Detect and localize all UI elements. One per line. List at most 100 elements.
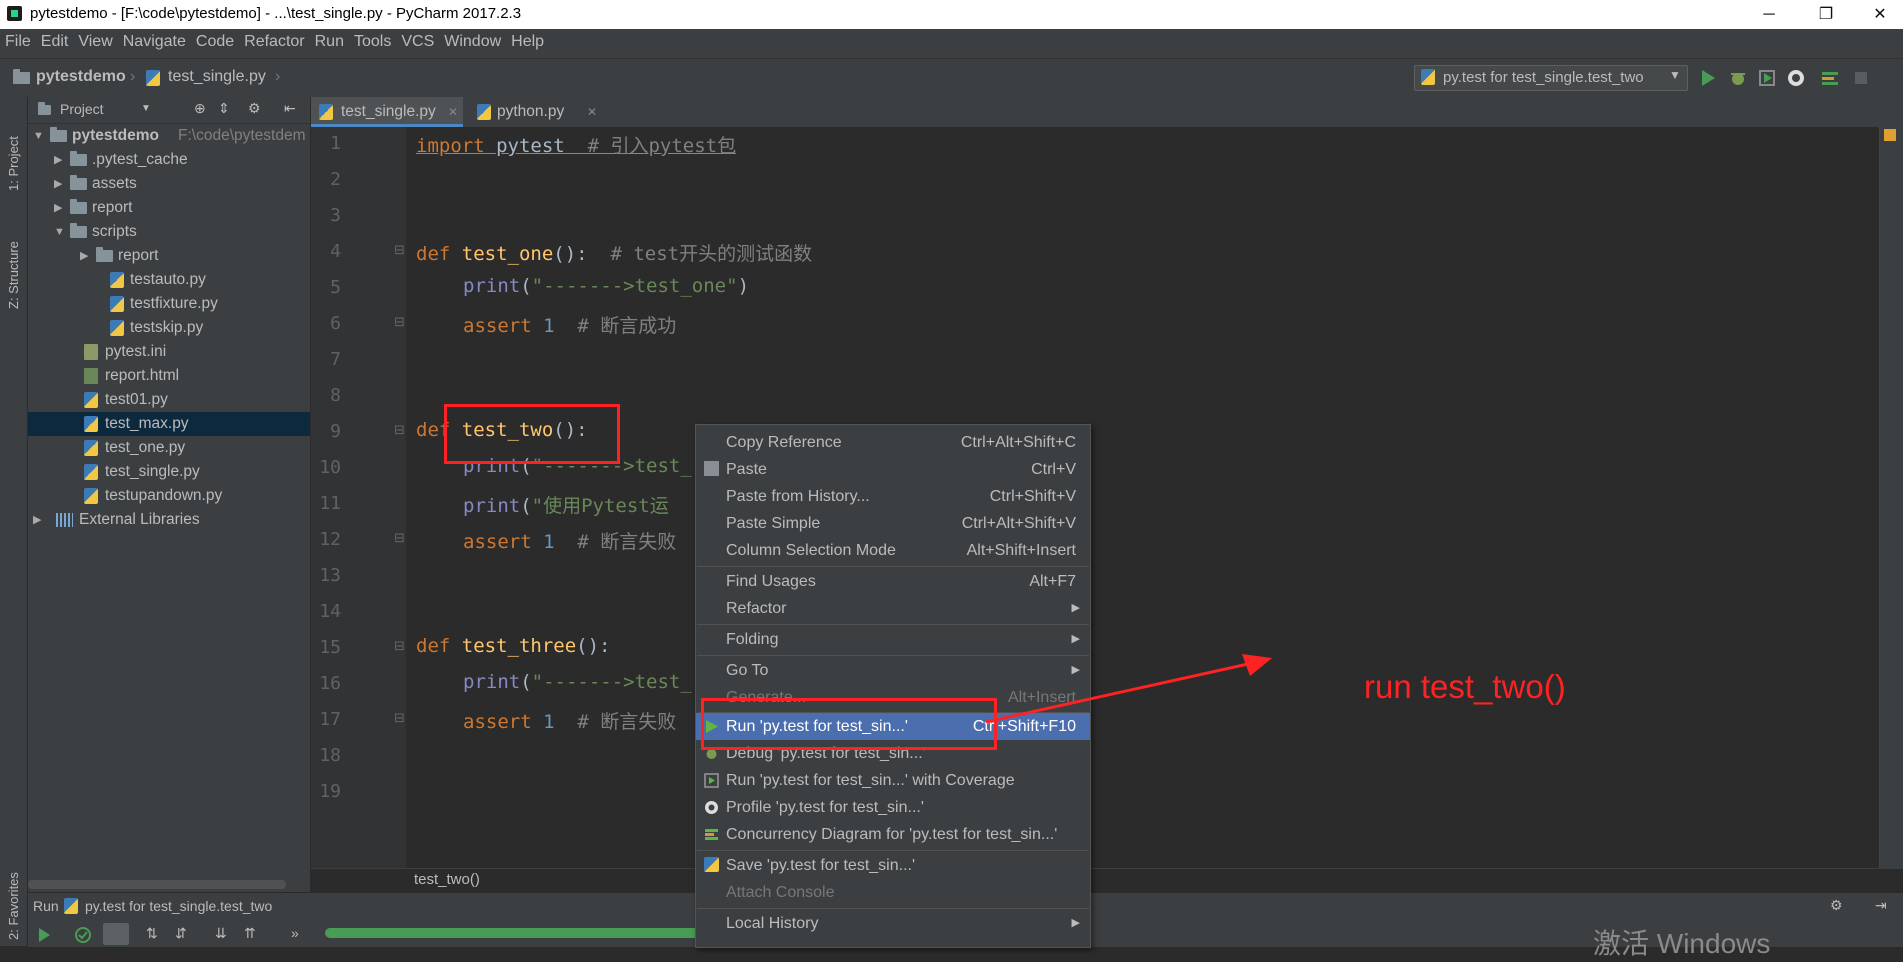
run-panel-config[interactable]: py.test for test_single.test_two (85, 898, 272, 914)
menu-separator (697, 566, 1089, 567)
menu-item-folding[interactable]: Folding ▶ (696, 626, 1090, 653)
tree-item-testauto[interactable]: testauto.py (28, 268, 310, 292)
rerun-icon[interactable] (36, 927, 52, 943)
ignored-filter-button[interactable] (103, 923, 129, 945)
menu-item-refactor[interactable]: Refactor ▶ (696, 595, 1090, 622)
tree-root-pytestdemo[interactable]: ▼ pytestdemo F:\code\pytestdem (28, 124, 310, 148)
tree-item-assets[interactable]: ▶ assets (28, 172, 310, 196)
menu-item-column-selection-mode[interactable]: Column Selection Mode Alt+Shift+Insert (696, 537, 1090, 564)
minimize-button[interactable]: ─ (1746, 0, 1792, 29)
tab-test-single[interactable]: test_single.py ✕ (311, 97, 463, 127)
menu-window[interactable]: Window (439, 29, 506, 58)
tab-python[interactable]: python.py ✕ (469, 97, 604, 127)
tree-item-pytest-cache[interactable]: ▶ .pytest_cache (28, 148, 310, 172)
editor-gutter: 1 2 3 4 5 6 7 8 9 10 11 12 13 14 15 16 1… (311, 127, 406, 868)
menu-refactor[interactable]: Refactor (239, 29, 309, 58)
close-icon[interactable]: ✕ (587, 97, 597, 127)
maximize-button[interactable]: ❐ (1803, 0, 1849, 29)
menu-vcs[interactable]: VCS (396, 29, 439, 58)
concurrency-icon[interactable] (1820, 68, 1840, 88)
menu-file[interactable]: File (0, 29, 36, 58)
menu-run[interactable]: Run (310, 29, 349, 58)
run-config-dropdown[interactable]: py.test for test_single.test_two ▼ (1414, 65, 1688, 91)
python-file-icon (110, 296, 124, 312)
fold-icon[interactable]: ⊟ (394, 423, 405, 438)
tree-item-test-single[interactable]: test_single.py (28, 460, 310, 484)
run-icon[interactable] (1698, 68, 1718, 88)
tree-item-test-max[interactable]: test_max.py (28, 412, 310, 436)
expand-all-icon[interactable]: ⇊ (215, 925, 227, 942)
menu-navigate[interactable]: Navigate (118, 29, 191, 58)
chevron-right-icon[interactable]: ▶ (54, 148, 62, 172)
menu-item-local-history[interactable]: Local History ▶ (696, 910, 1090, 937)
hide-icon[interactable]: ⇤ (284, 100, 296, 117)
debug-icon[interactable] (1728, 68, 1748, 88)
chevron-down-icon[interactable]: ▼ (54, 220, 65, 244)
chevron-right-icon[interactable]: ▶ (54, 172, 62, 196)
sort-duration-icon[interactable]: ⇵ (175, 925, 187, 942)
tree-item-report[interactable]: ▶ report (28, 196, 310, 220)
menu-item-find-usages[interactable]: Find Usages Alt+F7 (696, 568, 1090, 595)
stop-icon[interactable] (1851, 68, 1871, 88)
tree-item-scripts[interactable]: ▼ scripts (28, 220, 310, 244)
chevron-down-icon[interactable]: ▼ (33, 124, 44, 148)
sort-alpha-icon[interactable]: ⇅ (146, 925, 158, 942)
chevron-right-icon[interactable]: ▶ (80, 244, 88, 268)
folder-icon (50, 127, 67, 142)
collapse-icon[interactable]: ⇕ (218, 100, 230, 117)
menu-edit[interactable]: Edit (36, 29, 74, 58)
code-token: 1 (531, 531, 555, 553)
menu-item-paste-simple[interactable]: Paste Simple Ctrl+Alt+Shift+V (696, 510, 1090, 537)
tree-item-test-one[interactable]: test_one.py (28, 436, 310, 460)
menu-tools[interactable]: Tools (349, 29, 396, 58)
tree-item-external-libraries[interactable]: ▶ External Libraries (28, 508, 310, 532)
code-line: print("------->test_one") (463, 275, 749, 297)
project-view-selector[interactable]: Project (60, 101, 104, 117)
breadcrumb-function[interactable]: test_two() (414, 871, 480, 888)
collapse-all-icon[interactable]: ⇈ (244, 925, 256, 942)
coverage-icon[interactable] (1757, 68, 1777, 88)
horizontal-scrollbar[interactable] (28, 880, 286, 889)
chevron-down-icon[interactable]: ▼ (141, 103, 151, 114)
close-icon[interactable]: ✕ (448, 97, 458, 127)
gear-icon[interactable]: ⚙ (248, 100, 261, 117)
code-editor[interactable]: import pytest # 引入pytest包 def test_one()… (406, 127, 1888, 868)
menu-item-concurrency-diagram[interactable]: Concurrency Diagram for 'py.test for tes… (696, 821, 1090, 848)
folder-icon (70, 175, 87, 190)
code-line: print("------->test_ (463, 671, 692, 693)
close-button[interactable]: ✕ (1857, 0, 1903, 29)
menu-view[interactable]: View (73, 29, 117, 58)
menu-item-save-config[interactable]: Save 'py.test for test_sin...' (696, 852, 1090, 879)
chevron-right-icon[interactable]: ▶ (33, 508, 41, 532)
tree-item-testupandown[interactable]: testupandown.py (28, 484, 310, 508)
warning-indicator-icon[interactable] (1884, 129, 1896, 141)
menu-item-paste[interactable]: Paste Ctrl+V (696, 456, 1090, 483)
fold-icon[interactable]: ⊟ (394, 639, 405, 654)
passed-filter-icon[interactable] (75, 927, 91, 943)
menu-help[interactable]: Help (506, 29, 549, 58)
fold-icon[interactable]: ⊟ (394, 711, 405, 726)
gear-icon[interactable]: ⚙ (1830, 897, 1843, 914)
fold-icon[interactable]: ⊟ (394, 243, 405, 258)
menu-code[interactable]: Code (191, 29, 239, 58)
hide-icon[interactable]: ⇥ (1875, 897, 1887, 914)
tree-item-scripts-report[interactable]: ▶ report (28, 244, 310, 268)
nav-file[interactable]: test_single.py (168, 68, 266, 86)
profile-icon[interactable] (1786, 68, 1806, 88)
line-number: 1 (330, 133, 341, 154)
tree-item-testfixture[interactable]: testfixture.py (28, 292, 310, 316)
menu-item-run-with-coverage[interactable]: Run 'py.test for test_sin...' with Cover… (696, 767, 1090, 794)
fold-icon[interactable]: ⊟ (394, 531, 405, 546)
tree-item-test01[interactable]: test01.py (28, 388, 310, 412)
locate-icon[interactable]: ⊕ (194, 100, 206, 117)
menu-item-profile[interactable]: Profile 'py.test for test_sin...' (696, 794, 1090, 821)
more-icon[interactable]: » (291, 925, 299, 941)
tree-item-report-html[interactable]: report.html (28, 364, 310, 388)
nav-project[interactable]: pytestdemo (36, 68, 126, 86)
tree-item-testskip[interactable]: testskip.py (28, 316, 310, 340)
chevron-right-icon[interactable]: ▶ (54, 196, 62, 220)
fold-icon[interactable]: ⊟ (394, 315, 405, 330)
menu-item-paste-from-history[interactable]: Paste from History... Ctrl+Shift+V (696, 483, 1090, 510)
tree-item-pytest-ini[interactable]: pytest.ini (28, 340, 310, 364)
menu-item-copy-reference[interactable]: Copy Reference Ctrl+Alt+Shift+C (696, 429, 1090, 456)
